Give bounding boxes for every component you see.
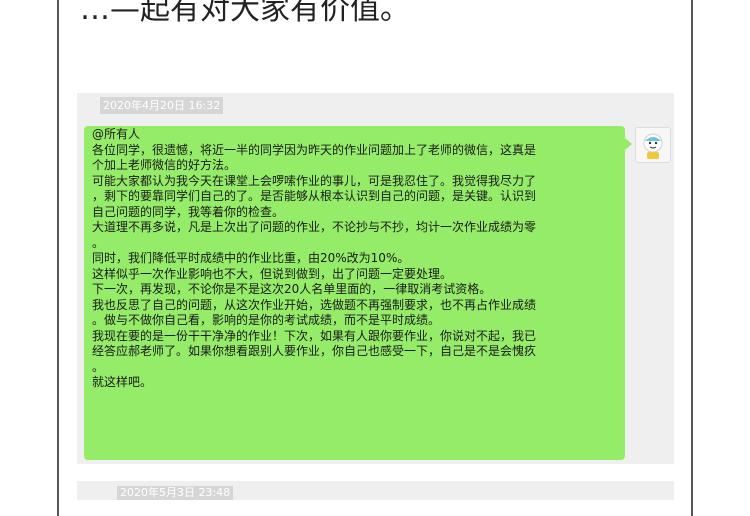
message-line: 同时，我们降低平时成绩中的作业比重，由20%改为10%。: [92, 251, 410, 265]
message-line: 这样似乎一次作业影响也不大，但说到做到，出了问题一定要处理。: [92, 266, 453, 281]
message-line: ，剩下的要靠同学们自己的了。是否能够从根本认识到自己的问题，是关键。认识到: [92, 189, 537, 203]
message-line: 我现在要的是一份干干净净的作业！下次，如果有人跟你要作业，你说对不起，我已: [92, 328, 537, 343]
bubble-tail: [625, 138, 632, 150]
message-line: 个加上老师微信的好方法。: [92, 158, 237, 172]
message-timestamp: 2020年4月20日 16:32: [100, 97, 224, 114]
message-line: 。做与不做你自己看，影响的是你的考试成绩，而不是平时成绩。: [92, 313, 441, 327]
message-line: 下一次，再发现，不论你是不是这次20人名单里面的，一律取消考试资格。: [92, 282, 492, 296]
message-timestamp-next: 2020年5月3日 23:48: [117, 486, 234, 500]
cartoon-avatar-icon[interactable]: [635, 127, 671, 163]
message-line: 自己问题的同学，我等着你的检查。: [92, 204, 285, 219]
message-line: 可能大家都认为我今天在课堂上会啰嗦作业的事儿，可是我忍住了。我觉得我尽力了: [92, 173, 537, 188]
message-line: @所有人: [92, 127, 141, 141]
message-line: 各位同学，很遗憾，将近一半的同学因为昨天的作业问题加上了老师的微信，这真是: [92, 142, 537, 157]
message-line: 。: [92, 235, 105, 250]
message-line: 。: [92, 359, 105, 374]
article-headline: …—起有对大家有价值。: [80, 0, 410, 27]
message-line: 经答应郝老师了。如果你想看跟别人要作业，你自己也感受一下，自己是不是会愧疚: [92, 344, 537, 358]
message-line: 大道理不再多说，凡是上次出了问题的作业，不论抄与不抄，均计一次作业成绩为零: [92, 220, 537, 234]
message-line: 我也反思了自己的问题，从这次作业开始，选做题不再强制要求，也不再占作业成绩: [92, 297, 537, 312]
message-bubble[interactable]: @所有人 各位同学，很遗憾，将近一半的同学因为昨天的作业问题加上了老师的微信，这…: [84, 126, 625, 460]
message-line: 就这样吧。: [92, 375, 153, 389]
